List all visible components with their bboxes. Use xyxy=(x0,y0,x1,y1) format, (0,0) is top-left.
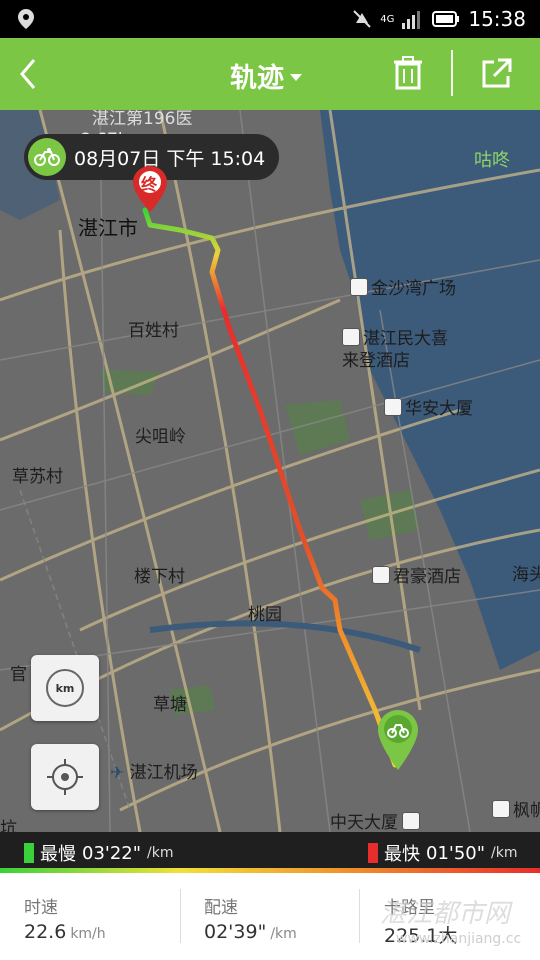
hotel-icon xyxy=(372,566,390,584)
map-label-airport: ✈ 湛江机场 xyxy=(110,758,198,783)
map-label-zhongtian-text: 中天大厦 xyxy=(330,813,398,832)
map-label-taoyuan: 桃园 xyxy=(248,605,282,625)
scale-toggle-button[interactable]: km xyxy=(31,655,99,721)
locate-button[interactable] xyxy=(31,744,99,810)
map-view[interactable]: 湛江第196医 8.67km 08月07日 下午 15:04 终 xyxy=(0,110,540,832)
fastest-value: 01'50" xyxy=(426,842,486,864)
fast-color-chip xyxy=(368,843,378,863)
stat-pace: 配速 02'39"/km xyxy=(180,873,358,960)
map-label-jinsha-text: 金沙湾广场 xyxy=(371,279,456,299)
fastest-label: 最快 xyxy=(384,844,420,865)
map-label-airport-text: 湛江机场 xyxy=(129,763,198,783)
hotel-icon xyxy=(342,328,360,346)
slowest-label: 最慢 xyxy=(40,844,76,865)
map-label-huaan: 华安大厦 xyxy=(384,394,473,419)
building-icon xyxy=(492,800,510,818)
start-marker[interactable] xyxy=(378,710,418,770)
chevron-down-icon xyxy=(290,74,302,81)
map-label-jianzhaoling: 尖咀岭 xyxy=(135,427,186,447)
map-label-jinsha: 金沙湾广场 xyxy=(350,274,456,299)
map-label-guan: 官 xyxy=(10,665,27,685)
building-icon xyxy=(402,812,420,830)
map-label-caotang: 草塘 xyxy=(153,695,187,715)
slow-color-chip xyxy=(24,843,34,863)
watermark-url: www.zhanjiang.cc xyxy=(396,931,522,947)
share-icon xyxy=(482,58,512,88)
stat-speed: 时速 22.6 km/h xyxy=(0,873,178,960)
slowest-pace: 最慢 03'22" /km xyxy=(24,840,174,866)
building-icon xyxy=(384,398,402,416)
location-icon xyxy=(18,9,34,29)
map-label-caosu: 草苏村 xyxy=(12,467,63,487)
mute-icon xyxy=(353,10,371,28)
map-label-zhongtian: 中天大厦 xyxy=(330,808,423,832)
speed-number: 22.6 xyxy=(24,921,67,943)
map-label-minda: 湛江民大喜来登酒店 xyxy=(342,328,462,372)
stat-speed-label: 时速 xyxy=(24,898,58,918)
map-label-baixing: 百姓村 xyxy=(128,321,179,341)
pace-unit: /km xyxy=(270,926,297,942)
stat-pace-value: 02'39"/km xyxy=(204,921,297,943)
poi-icon xyxy=(350,278,368,296)
watermark: 湛江都市网 xyxy=(380,899,511,929)
network-badge: 4G xyxy=(380,13,395,25)
map-label-junhao-text: 君豪酒店 xyxy=(393,567,461,587)
map-label-city: 湛江市 xyxy=(78,216,138,240)
stats-panel: 时速 22.6 km/h 配速 02'39"/km 卡路里 225.1大 湛江都市… xyxy=(0,873,540,960)
map-label-fengfan-text: 枫帆 xyxy=(513,801,540,821)
map-label-haitou: 海头 xyxy=(512,565,540,585)
stat-pace-label: 配速 xyxy=(204,898,238,918)
map-label-fengfan: 枫帆 xyxy=(492,796,540,821)
stat-speed-value: 22.6 km/h xyxy=(24,921,106,943)
km-icon: km xyxy=(46,669,84,707)
map-label-guli: 咕咚 xyxy=(474,150,510,171)
title-dropdown[interactable]: 轨迹 xyxy=(230,56,302,95)
slowest-unit: /km xyxy=(147,845,174,861)
delete-button[interactable] xyxy=(388,52,428,96)
back-icon xyxy=(20,59,36,89)
km-label: km xyxy=(55,681,75,695)
map-label-huaan-text: 华安大厦 xyxy=(405,399,473,419)
speed-unit: km/h xyxy=(70,926,106,942)
page-title: 轨迹 xyxy=(230,63,284,94)
status-bar: 4G 15:38 xyxy=(0,0,540,38)
back-button[interactable] xyxy=(12,52,52,96)
battery-icon xyxy=(432,11,460,27)
bike-icon xyxy=(28,138,66,176)
airplane-icon: ✈ xyxy=(110,763,125,783)
fastest-pace: 最快 01'50" /km xyxy=(368,840,518,866)
map-label-keng: 坑 xyxy=(0,819,17,832)
map-label-louxia: 楼下村 xyxy=(134,567,185,587)
pace-number: 02'39" xyxy=(204,921,267,943)
speed-legend: 最慢 03'22" /km 最快 01'50" /km xyxy=(0,832,540,870)
map-label-hospital: 湛江第196医 xyxy=(92,110,193,129)
end-marker[interactable]: 终 xyxy=(133,166,167,212)
toolbar-divider xyxy=(451,50,453,96)
signal-icon xyxy=(402,11,421,29)
track-date: 08月07日 下午 15:04 xyxy=(74,147,266,170)
locate-icon xyxy=(47,759,83,795)
map-label-junhao: 君豪酒店 xyxy=(372,562,461,587)
share-button[interactable] xyxy=(476,52,516,96)
end-marker-label: 终 xyxy=(141,175,158,194)
fastest-unit: /km xyxy=(491,845,518,861)
clock: 15:38 xyxy=(468,7,526,31)
app-bar: 轨迹 xyxy=(0,38,540,110)
trash-icon xyxy=(394,56,422,90)
slowest-value: 03'22" xyxy=(82,842,142,864)
